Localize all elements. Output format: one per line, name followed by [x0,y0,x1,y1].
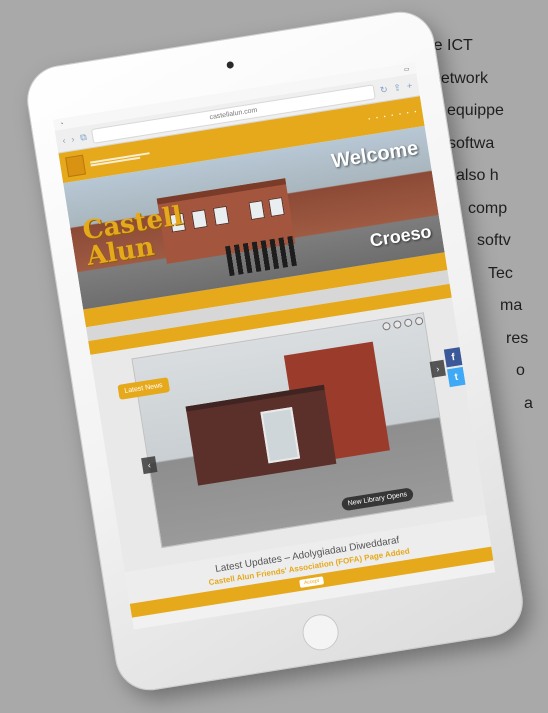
window-shape [212,205,230,226]
slider-dot[interactable] [392,319,402,330]
share-icon[interactable]: ⇪ [393,82,402,94]
twitter-icon[interactable]: t [446,366,466,388]
menu-item[interactable]: ▪ [406,110,409,116]
paragraph-line: ma [500,297,523,314]
paragraph-line: comp [468,199,508,217]
window-shape [268,197,285,217]
battery-icon: ▭ [403,66,411,74]
library-building-dark [185,384,337,486]
paragraph-line: res [506,329,529,347]
school-name-graphic [90,148,170,167]
news-slider[interactable]: New Library Opens [131,312,454,549]
paragraph-line: network [432,69,489,87]
school-crest-logo[interactable] [65,154,87,178]
slider-dot[interactable] [381,321,392,331]
forward-icon[interactable]: › [71,134,76,144]
slider-dot[interactable] [414,316,424,326]
back-icon[interactable]: ‹ [62,135,67,145]
slider-next-icon[interactable]: › [429,359,446,378]
menu-item[interactable]: ▪ [376,115,379,121]
menu-item[interactable]: ▪ [399,111,402,117]
new-tab-icon[interactable]: + [406,80,413,91]
bookmarks-icon[interactable]: ⧉ [79,131,87,143]
menu-item[interactable]: ▪ [383,114,386,120]
paragraph-line: o [516,362,525,379]
paragraph-line: Tec [488,264,513,282]
paragraph-line: equippe [447,102,504,119]
slider-dot[interactable] [403,318,413,328]
menu-item[interactable]: ▪ [414,109,417,115]
slide-caption[interactable]: New Library Opens [340,487,415,512]
menu-item[interactable]: ▪ [391,113,394,119]
reload-icon[interactable]: ↻ [379,84,388,96]
accept-cookies-button[interactable]: Accept [299,576,324,588]
menu-item[interactable]: ▪ [368,116,371,122]
paragraph-line: also h [456,167,499,184]
main-menu: ▪ ▪ ▪ ▪ ▪ ▪ ▪ [368,109,417,123]
window-shape [191,209,208,230]
croeso-heading: Croeso [368,221,433,251]
window-shape [248,200,266,221]
welcome-heading: Welcome [329,137,420,173]
slider-prev-icon[interactable]: ‹ [141,456,158,475]
paragraph-line: softv [477,232,511,249]
paragraph-line: softwa [448,134,495,152]
wifi-icon: ◔ [59,120,64,128]
facebook-icon[interactable]: f [443,347,463,368]
paragraph-line: a [524,394,533,412]
